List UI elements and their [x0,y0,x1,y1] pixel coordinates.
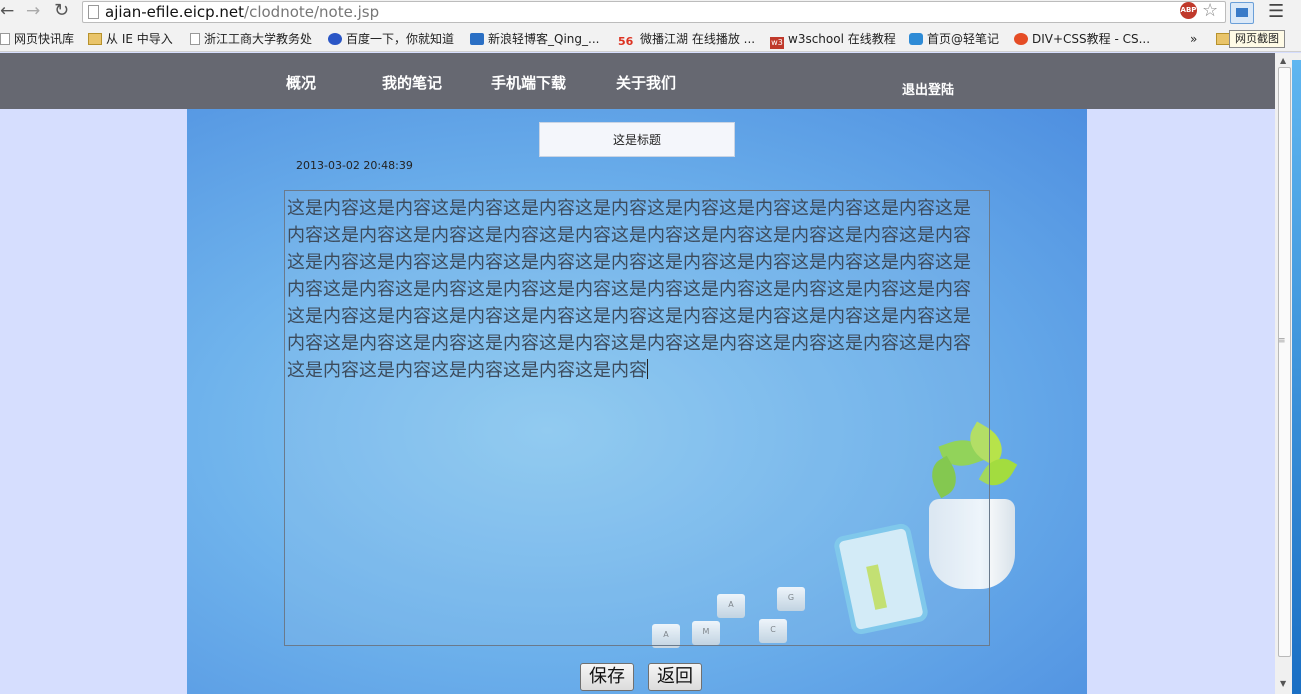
adblock-icon[interactable]: ABP [1180,2,1197,19]
nav-overview[interactable]: 概况 [286,73,316,93]
bookmark-item[interactable]: 新浪轻博客_Qing_... [470,30,599,48]
save-button[interactable]: 保存 [580,663,634,691]
blog-icon [470,33,484,45]
grip-icon: ≡ [1278,336,1286,346]
site-nav: 概况 我的笔记 手机端下载 关于我们 退出登陆 [0,53,1275,109]
page-icon [88,5,99,19]
scrollbar-thumb[interactable] [1278,67,1291,657]
paw-icon [328,33,342,45]
page-icon [0,33,10,45]
bookmark-item[interactable]: 从 IE 中导入 [88,30,173,48]
bookmarks-overflow[interactable]: » [1190,30,1197,48]
page-icon [190,33,200,45]
back-icon[interactable]: ← [0,1,14,21]
bookmark-item[interactable]: DIV+CSS教程 - CS... [1014,30,1150,48]
note-title-field[interactable]: 这是标题 [539,122,735,157]
nav-about-us[interactable]: 关于我们 [616,73,676,93]
css5-icon [1014,33,1028,45]
bookmark-item[interactable]: 浙江工商大学教务处 [190,30,312,48]
logout-link[interactable]: 退出登陆 [902,81,954,101]
star-icon[interactable]: ☆ [1202,2,1218,20]
note-timestamp: 2013-03-02 20:48:39 [296,159,413,172]
note-content-text: 这是内容这是内容这是内容这是内容这是内容这是内容这是内容这是内容这是内容这是内容… [287,198,971,381]
browser-toolbar: ← → ↻ ajian-efile.eicp.net/clodnote/note… [0,0,1301,26]
address-bar[interactable]: ajian-efile.eicp.net/clodnote/note.jsp [82,1,1226,23]
text-caret [647,359,648,379]
bookmark-item[interactable]: 网页快讯库 [0,30,74,48]
scroll-down-icon[interactable]: ▼ [1280,679,1286,688]
bookmark-item[interactable]: 56 微播江湖 在线播放 ... [618,30,755,48]
w3-icon: w3 [770,37,784,49]
screenshot-icon[interactable] [1230,2,1254,24]
nav-my-notes[interactable]: 我的笔记 [382,73,442,93]
bookmark-item[interactable]: w3 w3school 在线教程 [770,30,896,49]
screenshot-tooltip: 网页截图 [1229,30,1285,48]
bookmark-item[interactable]: 首页@轻笔记 [909,30,999,48]
cloud-icon [909,33,923,45]
bookmark-item[interactable]: 百度一下，你就知道 [328,30,454,48]
56-icon: 56 [618,35,634,48]
forward-icon[interactable]: → [26,1,40,21]
nav-mobile-download[interactable]: 手机端下载 [491,73,566,93]
url-path: /clodnote/note.jsp [244,3,380,21]
reload-icon[interactable]: ↻ [54,1,69,21]
side-window-edge [1292,60,1301,694]
menu-icon[interactable]: ☰ [1268,2,1284,22]
folder-icon [88,33,102,45]
scroll-up-icon[interactable]: ▲ [1280,56,1286,65]
bookmarks-bar: 网页快讯库 从 IE 中导入 浙江工商大学教务处 百度一下，你就知道 新浪轻博客… [0,26,1301,52]
note-content-textarea[interactable]: 这是内容这是内容这是内容这是内容这是内容这是内容这是内容这是内容这是内容这是内容… [284,190,990,646]
back-button[interactable]: 返回 [648,663,702,691]
note-editor-panel: 这是标题 2013-03-02 20:48:39 A M A C G 这是内容这… [187,109,1087,694]
url-host: ajian-efile.eicp.net [105,3,245,21]
